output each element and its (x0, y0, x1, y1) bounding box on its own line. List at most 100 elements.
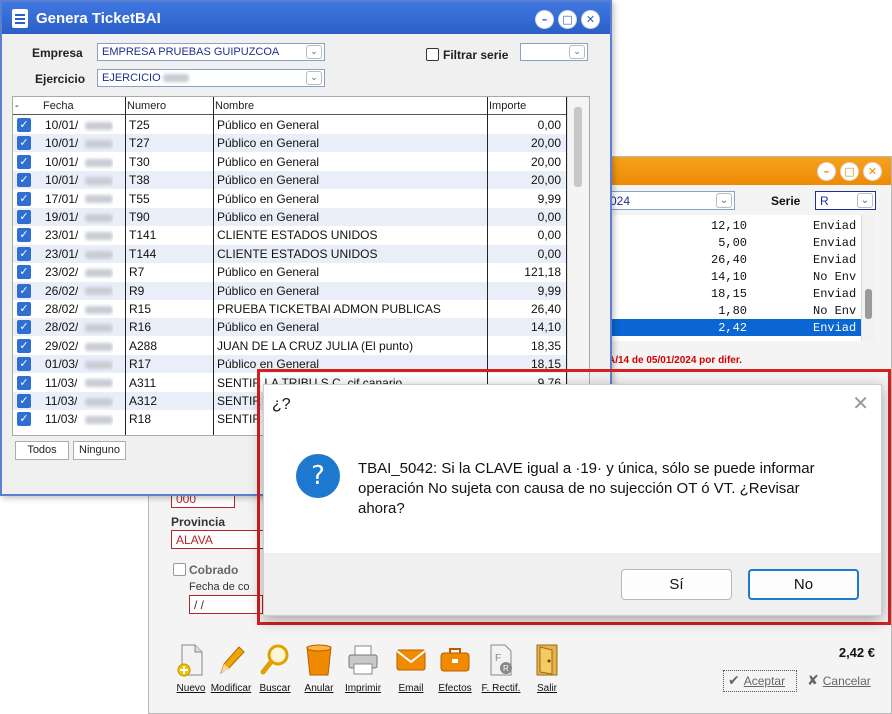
cell-numero: A312 (129, 394, 158, 408)
minimize-icon[interactable]: – (817, 162, 836, 181)
provincia-field[interactable]: ALAVA (171, 530, 267, 549)
table-row[interactable]: ✓ 23/01/T144 CLIENTE ESTADOS UNIDOS 0,00 (13, 244, 567, 263)
list-row[interactable]: 14,10 No Env (605, 268, 863, 285)
chevron-down-icon: ⌄ (857, 193, 873, 208)
row-checkbox[interactable]: ✓ (17, 338, 31, 353)
list-row[interactable]: 5,00 Enviad (605, 234, 863, 251)
table-row[interactable]: ✓ 29/02/A288 JUAN DE LA CRUZ JULIA (El pun… (13, 337, 567, 355)
fecha-field[interactable]: / / (189, 595, 263, 614)
invoice-list[interactable]: 12,10 Enviad 5,00 Enviad 26,40 Enviad 14,10 No … (605, 215, 863, 341)
year-select[interactable]: 024 ⌄ (605, 191, 735, 210)
scrollbar-thumb[interactable] (574, 107, 582, 187)
table-row[interactable]: ✓ 10/01/T38 Público en General 20,00 (13, 171, 567, 190)
briefcase-icon (440, 648, 470, 672)
list-scrollbar[interactable] (861, 215, 875, 341)
scrollbar-thumb[interactable] (865, 289, 872, 319)
todos-button[interactable]: Todos (15, 441, 69, 460)
row-checkbox[interactable]: ✓ (17, 412, 31, 427)
exit-button-label: Salir (536, 683, 557, 694)
table-row[interactable]: ✓ 26/02/R9 Público en General 9,99 (13, 281, 567, 300)
cobrado-label: Cobrado (189, 563, 239, 577)
col-header-numero[interactable]: Numero (127, 100, 166, 112)
cell-numero: T38 (129, 173, 150, 188)
minimize-icon[interactable]: – (535, 10, 554, 29)
dialog-button-bar: Sí No (264, 553, 881, 615)
table-row[interactable]: ✓ 28/02/R16 Público en General 14,10 (13, 318, 567, 337)
cell-importe: 9,99 (537, 191, 561, 206)
row-checkbox[interactable]: ✓ (17, 173, 31, 188)
redacted-year (83, 118, 113, 132)
chevron-down-icon: ⌄ (306, 45, 322, 59)
dialog-message: TBAI_5042: Si la CLAVE igual a ·19· y ún… (358, 460, 815, 517)
row-checkbox[interactable]: ✓ (17, 357, 31, 372)
cell-fecha: 23/02/ (45, 265, 79, 280)
accept-button[interactable]: ✔ Aceptar (723, 670, 797, 692)
ninguno-button[interactable]: Ninguno (73, 441, 126, 460)
table-row[interactable]: ✓ 23/01/T141 CLIENTE ESTADOS UNIDOS 0,00 (13, 226, 567, 244)
close-icon[interactable]: ✕ (581, 10, 600, 29)
col-header-fecha[interactable]: Fecha (43, 100, 74, 112)
cell-nombre: Público en General (217, 320, 320, 335)
no-button[interactable]: No (748, 569, 859, 600)
cancel-button[interactable]: ✘ Cancelar (803, 670, 881, 692)
table-row[interactable]: ✓ 10/01/T27 Público en General 20,00 (13, 134, 567, 153)
cell-nombre: Público en General (217, 154, 320, 169)
close-icon[interactable]: ✕ (852, 391, 869, 415)
table-row[interactable]: ✓ 19/01/T90 Público en General 0,00 (13, 208, 567, 226)
cell-fecha: 29/02/ (45, 338, 79, 353)
row-status: Enviad (813, 287, 857, 301)
table-row[interactable]: ✓ 17/01/T55 Público en General 9,99 (13, 190, 567, 208)
cobrado-checkbox[interactable] (173, 563, 186, 576)
list-row[interactable]: 12,10 Enviad (605, 217, 863, 234)
close-icon[interactable]: ✕ (863, 162, 882, 181)
row-checkbox[interactable]: ✓ (17, 154, 31, 169)
empresa-select[interactable]: EMPRESA PRUEBAS GUIPUZCOA ⌄ (97, 43, 325, 61)
maximize-icon[interactable]: □ (840, 162, 859, 181)
table-row[interactable]: ✓ 10/01/T25 Público en General 0,00 (13, 116, 567, 134)
row-checkbox[interactable]: ✓ (17, 375, 31, 390)
row-checkbox[interactable]: ✓ (17, 283, 31, 298)
grid-header: - Fecha Numero Nombre Importe (13, 97, 567, 115)
print-button[interactable]: Imprimir (339, 643, 387, 699)
new-document-icon (177, 644, 203, 677)
filtrar-serie-select[interactable]: ⌄ (520, 43, 588, 61)
filtrar-serie-checkbox[interactable] (426, 48, 439, 61)
list-row[interactable]: 26,40 Enviad (605, 251, 863, 268)
redacted-year (162, 74, 189, 83)
list-row[interactable]: 1,80 No Env (605, 302, 863, 319)
col-header-nombre[interactable]: Nombre (215, 100, 254, 112)
yes-button[interactable]: Sí (621, 569, 732, 600)
row-checkbox[interactable]: ✓ (17, 118, 31, 132)
row-checkbox[interactable]: ✓ (17, 246, 31, 261)
table-row[interactable]: ✓ 23/02/R7 Público en General 121,18 (13, 263, 567, 281)
trash-bin-icon (306, 644, 332, 676)
row-checkbox[interactable]: ✓ (17, 265, 31, 280)
exit-button[interactable]: Salir (523, 643, 571, 699)
cell-fecha: 11/03/ (45, 375, 78, 390)
table-row[interactable]: ✓ 10/01/T30 Público en General 20,00 (13, 153, 567, 171)
cell-fecha: 10/01/ (45, 136, 79, 151)
row-checkbox[interactable]: ✓ (17, 302, 31, 316)
table-row[interactable]: ✓ 28/02/R15 PRUEBA TICKETBAI ADMON PUBLICA… (13, 300, 567, 318)
row-checkbox[interactable]: ✓ (17, 228, 31, 243)
row-checkbox[interactable]: ✓ (17, 136, 31, 151)
row-checkbox[interactable]: ✓ (17, 191, 31, 206)
row-status: Enviad (813, 219, 857, 233)
cell-fecha: 28/02/ (45, 302, 79, 316)
row-checkbox[interactable]: ✓ (17, 394, 31, 408)
maximize-icon[interactable]: □ (558, 10, 577, 29)
col-header-check[interactable]: - (15, 100, 19, 112)
redacted-year (83, 228, 113, 242)
ejercicio-select[interactable]: EJERCICIO ⌄ (97, 69, 325, 87)
row-checkbox[interactable]: ✓ (17, 320, 31, 335)
row-checkbox[interactable]: ✓ (17, 210, 31, 224)
row-amount: 1,80 (718, 304, 747, 318)
col-header-importe[interactable]: Importe (489, 100, 526, 112)
cell-fecha: 10/01/ (45, 173, 79, 188)
list-row[interactable]: 2,42 Enviad (605, 319, 863, 336)
list-row[interactable]: 18,15 Enviad (605, 285, 863, 302)
magnifier-icon (260, 644, 289, 675)
redacted-year (83, 192, 113, 206)
window-titlebar: Genera TicketBAI – □ ✕ (2, 2, 610, 34)
serie-select[interactable]: R ⌄ (815, 191, 876, 210)
